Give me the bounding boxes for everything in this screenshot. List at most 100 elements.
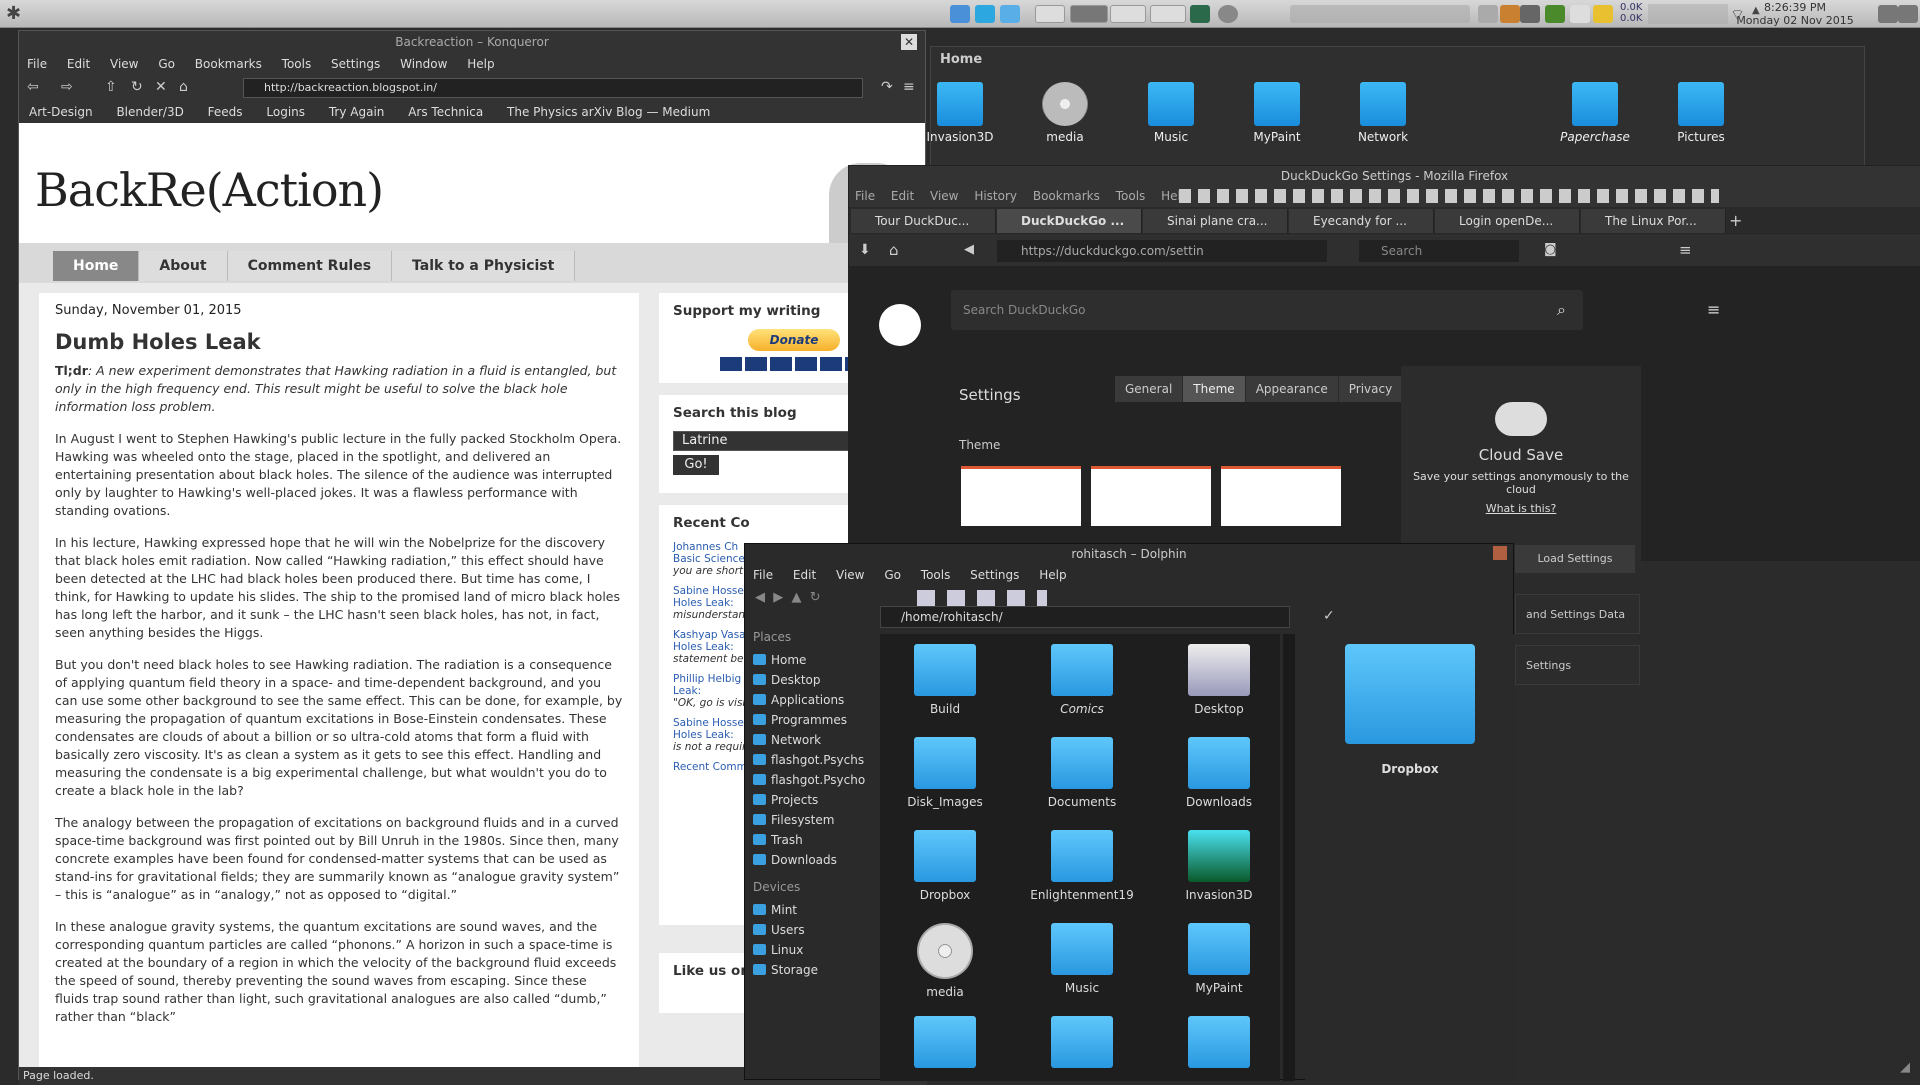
tab[interactable]: Sinai plane cra... <box>1143 209 1288 233</box>
up-icon[interactable]: ⇧ <box>105 79 117 95</box>
menu-edit[interactable]: Edit <box>891 189 914 203</box>
shield-icon[interactable] <box>1545 5 1565 23</box>
pocket-icon[interactable]: ◙ <box>1544 242 1557 257</box>
search-icon[interactable]: ⌕ <box>1557 300 1566 320</box>
forward-icon[interactable]: ⇨ <box>61 79 73 95</box>
place-home[interactable]: Home <box>745 650 875 670</box>
desktop-icon-paperchase[interactable]: Paperchase <box>1550 82 1640 144</box>
pager-desktop-4[interactable] <box>1150 5 1186 23</box>
menu-view[interactable]: View <box>110 57 138 71</box>
back-icon[interactable]: ◀ <box>964 242 974 257</box>
menu-tools[interactable]: Tools <box>1116 189 1146 203</box>
nav-about[interactable]: About <box>139 251 227 281</box>
power-icon[interactable] <box>1898 5 1918 23</box>
blog-search-input[interactable]: Latrine <box>673 431 853 451</box>
settings-icon[interactable] <box>1218 5 1238 23</box>
device-linux[interactable]: Linux <box>745 940 875 960</box>
tab-active[interactable]: DuckDuckGo ... <box>997 209 1142 233</box>
app-launcher-icon[interactable] <box>950 5 970 23</box>
place-flashgot-psychs[interactable]: flashgot.Psychs <box>745 750 875 770</box>
up-icon[interactable]: ▲ <box>792 590 802 605</box>
menu-file[interactable]: File <box>27 57 47 71</box>
menu-help[interactable]: Help <box>467 57 494 71</box>
pager-desktop-3[interactable] <box>1110 5 1146 23</box>
theme-option[interactable] <box>1221 466 1341 526</box>
place-downloads[interactable]: Downloads <box>745 850 875 870</box>
resize-grip-icon[interactable]: ◢ <box>1900 1060 1916 1076</box>
file-item[interactable] <box>880 1016 1010 1074</box>
file-item[interactable]: Documents <box>1017 737 1147 809</box>
place-network[interactable]: Network <box>745 730 875 750</box>
place-flashgot-psycho[interactable]: flashgot.Psycho <box>745 770 875 790</box>
device-storage[interactable]: Storage <box>745 960 875 980</box>
reload-icon[interactable]: ↻ <box>810 590 821 605</box>
search-go-button[interactable]: Go! <box>673 455 719 475</box>
home-icon[interactable]: ⌂ <box>179 79 188 95</box>
file-item[interactable] <box>1017 1016 1147 1074</box>
menu-view[interactable]: View <box>836 568 864 582</box>
place-desktop[interactable]: Desktop <box>745 670 875 690</box>
nav-comment-rules[interactable]: Comment Rules <box>228 251 392 281</box>
what-is-this-link[interactable]: What is this? <box>1401 502 1641 515</box>
url-input[interactable]: https://duckduckgo.com/settin <box>997 240 1327 262</box>
menu-go[interactable]: Go <box>158 57 175 71</box>
home-icon[interactable]: ⌂ <box>889 241 899 259</box>
hamburger-icon[interactable]: ≡ <box>1707 300 1720 319</box>
download-icon[interactable] <box>1520 5 1540 23</box>
desktop-icon-mypaint[interactable]: MyPaint <box>1232 82 1322 144</box>
bookmark-link[interactable]: Ars Technica <box>408 105 483 119</box>
pager-desktop-2[interactable] <box>1070 5 1108 23</box>
place-projects[interactable]: Projects <box>745 790 875 810</box>
bookmark-folder[interactable]: Art-Design <box>29 105 93 119</box>
tab[interactable]: Login openDe... <box>1435 209 1580 233</box>
tab-general[interactable]: General <box>1115 376 1183 402</box>
bookmark-folder[interactable]: Blender/3D <box>116 105 183 119</box>
view-mode-icons[interactable] <box>917 590 1047 606</box>
update-icon[interactable] <box>1500 5 1520 23</box>
theme-option[interactable] <box>961 466 1081 526</box>
tab[interactable]: The Linux Por... <box>1581 209 1726 233</box>
tab-theme[interactable]: Theme <box>1183 376 1245 402</box>
network-tool-icon[interactable] <box>1000 5 1020 23</box>
scrollbar[interactable] <box>1283 634 1295 1081</box>
bookmark-folder[interactable]: Try Again <box>329 105 385 119</box>
file-item[interactable]: Music <box>1017 923 1147 995</box>
menu-settings[interactable]: Settings <box>331 57 380 71</box>
back-icon[interactable]: ⇦ <box>27 79 39 95</box>
settings-data-link[interactable]: and Settings Data <box>1515 594 1640 634</box>
clock[interactable]: 8:26:39 PM Monday 02 Nov 2015 <box>1730 1 1860 27</box>
nav-talk-to-physicist[interactable]: Talk to a Physicist <box>392 251 575 281</box>
load-settings-button[interactable]: Load Settings <box>1515 545 1635 573</box>
device-users[interactable]: Users <box>745 920 875 940</box>
menu-file[interactable]: File <box>855 189 875 203</box>
search-input[interactable]: Search <box>1359 240 1519 262</box>
place-trash[interactable]: Trash <box>745 830 875 850</box>
desktop-icon-network[interactable]: Network <box>1338 82 1428 144</box>
clipboard-icon[interactable] <box>1570 5 1590 23</box>
menu-edit[interactable]: Edit <box>793 568 816 582</box>
menu-edit[interactable]: Edit <box>67 57 90 71</box>
close-icon[interactable]: ✕ <box>901 34 917 50</box>
close-icon[interactable] <box>1493 546 1507 560</box>
download-icon[interactable]: ⬇ <box>859 242 871 258</box>
place-filesystem[interactable]: Filesystem <box>745 810 875 830</box>
desktop-icon-media[interactable]: media <box>1020 82 1110 144</box>
donate-button[interactable]: Donate <box>748 329 840 351</box>
ddg-search-input[interactable]: Search DuckDuckGo <box>951 290 1583 330</box>
file-item[interactable]: Downloads <box>1154 737 1284 809</box>
menu-window[interactable]: Window <box>400 57 447 71</box>
reload-icon[interactable]: ↻ <box>131 79 143 95</box>
tab[interactable]: Tour DuckDuc... <box>851 209 996 233</box>
menu-settings[interactable]: Settings <box>970 568 1019 582</box>
tab-privacy[interactable]: Privacy <box>1339 376 1403 402</box>
menu-bookmarks[interactable]: Bookmarks <box>195 57 262 71</box>
file-item[interactable]: MyPaint <box>1154 923 1284 995</box>
tab[interactable]: Eyecandy for ... <box>1289 209 1434 233</box>
tab-appearance[interactable]: Appearance <box>1246 376 1339 402</box>
menu-bookmarks[interactable]: Bookmarks <box>1033 189 1100 203</box>
file-item[interactable] <box>1154 1016 1284 1074</box>
file-item[interactable]: Comics <box>1017 644 1147 716</box>
stop-icon[interactable]: ✕ <box>155 79 167 95</box>
post-title[interactable]: Dumb Holes Leak <box>55 330 623 354</box>
theme-option[interactable] <box>1091 466 1211 526</box>
